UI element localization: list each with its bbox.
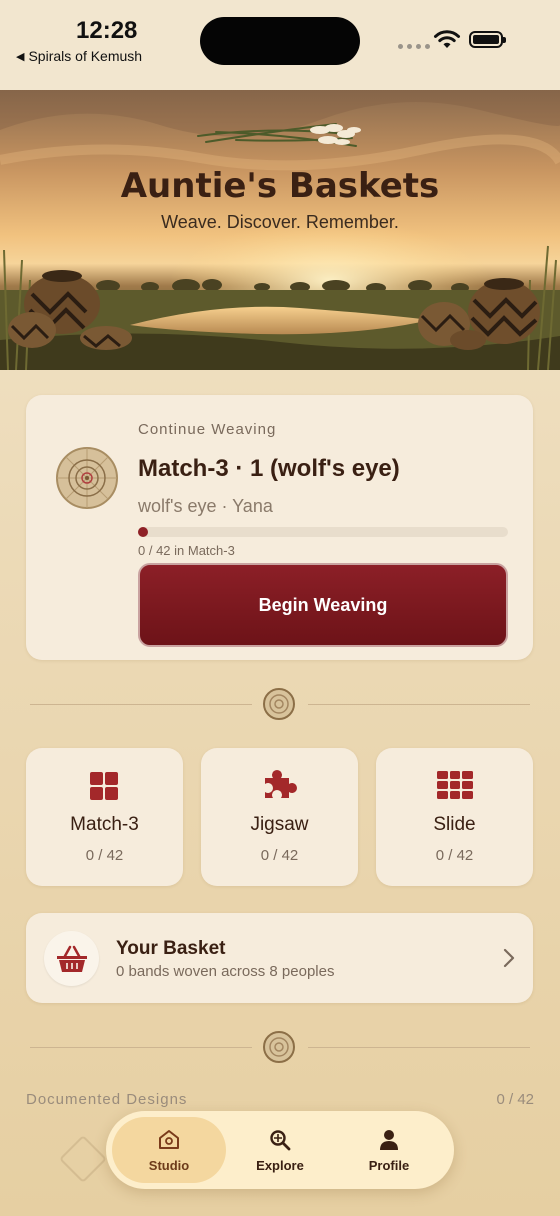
basket-medallion-icon [263, 688, 295, 720]
shopping-basket-icon [56, 945, 87, 972]
mode-label: Match-3 [70, 814, 139, 835]
current-game-meta: wolf's eye · Yana [138, 496, 273, 516]
tab-studio[interactable]: Studio [112, 1117, 226, 1183]
back-app-label: Spirals of Kemush [28, 48, 143, 64]
mode-label: Slide [433, 814, 476, 835]
status-bar: 12:28 ◀ Spirals of Kemush [0, 0, 560, 90]
your-basket-row[interactable]: Your Basket 0 bands woven across 8 peopl… [26, 913, 533, 1003]
basket-weave-thumbnail-icon [56, 447, 118, 509]
progress-bar [138, 527, 508, 537]
grid-3x3-icon [437, 771, 473, 799]
continue-weaving-card[interactable]: Continue Weaving Match-3 · 1 (wolf's eye… [26, 395, 533, 660]
signal-dots-icon [398, 44, 430, 49]
back-to-app-link[interactable]: ◀ Spirals of Kemush [16, 48, 142, 64]
profile-person-icon [380, 1130, 398, 1150]
basket-medallion-icon [263, 1031, 295, 1063]
wifi-icon [434, 30, 460, 48]
tab-profile[interactable]: Profile [332, 1117, 446, 1183]
grass-sprig-icon [197, 123, 361, 147]
begin-weaving-button[interactable]: Begin Weaving [138, 563, 508, 647]
current-game-title: Match-3 · 1 (wolf's eye) [138, 455, 400, 482]
hero-banner: Auntie's Baskets Weave. Discover. Rememb… [0, 90, 560, 370]
tab-bar: Studio Explore Profile [106, 1111, 454, 1189]
tab-label: Profile [368, 1158, 410, 1173]
status-time: 12:28 [76, 17, 138, 44]
section-divider [30, 1031, 530, 1065]
continue-eyebrow: Continue Weaving [138, 421, 277, 438]
explore-magnifier-icon [270, 1130, 291, 1151]
progress-text: 0 / 42 in Match-3 [138, 543, 235, 558]
basket-title: Your Basket [116, 938, 226, 959]
documented-designs-count: 0 / 42 [496, 1091, 534, 1108]
documented-designs-label: Documented Designs [26, 1091, 188, 1108]
mode-count: 0 / 42 [435, 847, 474, 864]
hero-tagline: Weave. Discover. Remember. [161, 212, 399, 232]
design-placeholder-icon [58, 1134, 108, 1184]
mode-count: 0 / 42 [260, 847, 299, 864]
back-arrow-icon: ◀ [16, 50, 25, 63]
progress-bar-fill [138, 527, 148, 537]
battery-icon [469, 31, 506, 48]
tab-explore[interactable]: Explore [223, 1117, 337, 1183]
tab-label: Studio [148, 1158, 190, 1173]
studio-house-icon [159, 1130, 179, 1149]
basket-subtitle: 0 bands woven across 8 peoples [116, 963, 335, 980]
basket-avatar [44, 931, 99, 986]
mode-card-match3[interactable]: Match-3 0 / 42 [26, 748, 183, 886]
mode-count: 0 / 42 [85, 847, 124, 864]
puzzle-icon [265, 770, 297, 798]
mode-card-slide[interactable]: Slide 0 / 42 [376, 748, 533, 886]
section-divider [30, 688, 530, 722]
grid-2x2-icon [90, 772, 118, 800]
chevron-right-icon [503, 948, 515, 968]
dynamic-island [200, 17, 360, 65]
mode-card-jigsaw[interactable]: Jigsaw 0 / 42 [201, 748, 358, 886]
tab-label: Explore [256, 1158, 304, 1173]
hero-title: Auntie's Baskets [120, 166, 440, 206]
mode-label: Jigsaw [250, 814, 309, 835]
